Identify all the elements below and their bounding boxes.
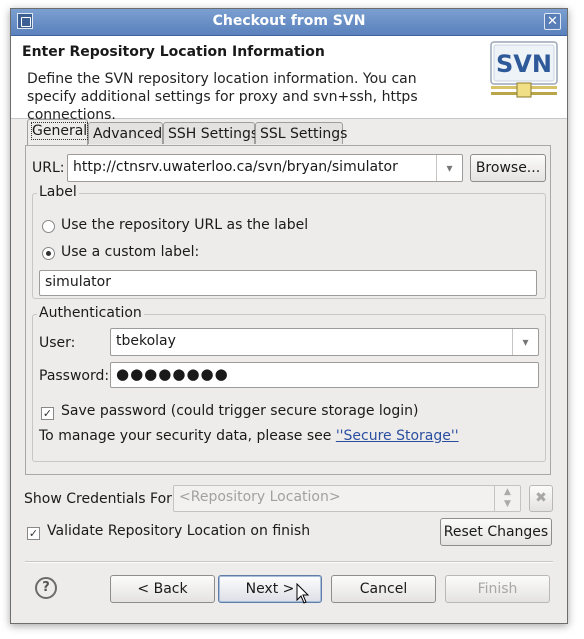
tab-general[interactable]: General	[27, 119, 89, 145]
label-group: Label Use the repository URL as the labe…	[32, 184, 546, 299]
tab-ssl-label: SSL Settings	[260, 126, 348, 142]
chevron-down-icon[interactable]: ▾	[436, 155, 462, 181]
wizard-title: Enter Repository Location Information	[22, 44, 325, 60]
reset-changes-button[interactable]: Reset Changes	[440, 518, 552, 546]
label-group-title: Label	[37, 184, 79, 200]
credentials-select[interactable]: <Repository Location> ▲ ▼	[173, 485, 521, 512]
security-text: To manage your security data, please see	[39, 428, 336, 444]
general-tab-panel: URL: http://ctnsrv.uwaterloo.ca/svn/brya…	[25, 145, 551, 475]
title-bar[interactable]: Checkout from SVN ✕	[11, 9, 567, 36]
save-password-checkbox[interactable]: ✓	[41, 407, 54, 420]
chevron-down-icon[interactable]: ▾	[512, 329, 538, 355]
browse-button[interactable]: Browse...	[470, 154, 546, 182]
url-label: URL:	[32, 160, 65, 176]
save-password-label[interactable]: Save password (could trigger secure stor…	[61, 403, 418, 419]
validate-label[interactable]: Validate Repository Location on finish	[47, 523, 310, 539]
separator	[25, 561, 553, 563]
repo-url-label-radio[interactable]	[42, 220, 55, 233]
custom-label-value: simulator	[45, 274, 111, 290]
window-title: Checkout from SVN	[212, 13, 366, 29]
tab-advanced[interactable]: Advanced	[88, 122, 163, 144]
url-combo[interactable]: http://ctnsrv.uwaterloo.ca/svn/bryan/sim…	[67, 154, 463, 182]
custom-label-radio[interactable]	[42, 247, 55, 260]
user-value: tbekolay	[116, 333, 176, 349]
authentication-group: Authentication User: tbekolay ▾ Password…	[32, 305, 546, 462]
cancel-button[interactable]: Cancel	[331, 575, 436, 603]
tab-advanced-label: Advanced	[93, 126, 163, 142]
mouse-pointer-icon	[296, 583, 310, 604]
password-input[interactable]: ●●●●●●●●	[110, 362, 539, 388]
finish-button[interactable]: Finish	[445, 575, 550, 603]
secure-storage-link[interactable]: ''Secure Storage''	[336, 428, 459, 444]
authentication-group-title: Authentication	[37, 305, 144, 321]
svn-logo-text: SVN	[496, 50, 552, 78]
updown-spinner-icon[interactable]: ▲ ▼	[494, 486, 520, 511]
svn-logo: SVN	[490, 41, 558, 98]
tab-ssh-label: SSH Settings	[168, 126, 259, 142]
show-credentials-label: Show Credentials For:	[24, 491, 177, 507]
user-combo[interactable]: tbekolay ▾	[110, 328, 539, 356]
repo-url-label-option[interactable]: Use the repository URL as the label	[61, 217, 308, 233]
password-mask: ●●●●●●●●	[116, 365, 229, 383]
dialog-window: Checkout from SVN ✕ Enter Repository Loc…	[10, 8, 568, 624]
help-icon[interactable]: ?	[35, 577, 57, 599]
credentials-placeholder: <Repository Location>	[179, 489, 341, 505]
tab-ssh-settings[interactable]: SSH Settings	[163, 122, 259, 144]
custom-label-input[interactable]: simulator	[39, 270, 537, 296]
tab-ssl-settings[interactable]: SSL Settings	[255, 122, 347, 144]
url-value: http://ctnsrv.uwaterloo.ca/svn/bryan/sim…	[73, 159, 398, 175]
validate-checkbox[interactable]: ✓	[27, 527, 40, 540]
wizard-description: Define the SVN repository location infor…	[27, 71, 418, 123]
custom-label-option[interactable]: Use a custom label:	[61, 244, 199, 260]
security-info: To manage your security data, please see…	[39, 428, 459, 444]
user-label: User:	[39, 335, 76, 351]
wizard-header: Enter Repository Location Information De…	[11, 36, 567, 123]
delete-icon[interactable]: ✖	[529, 485, 553, 512]
close-icon[interactable]: ✕	[544, 13, 561, 30]
back-button[interactable]: < Back	[110, 575, 215, 603]
tab-general-label: General	[30, 122, 89, 140]
password-label: Password:	[39, 368, 110, 384]
